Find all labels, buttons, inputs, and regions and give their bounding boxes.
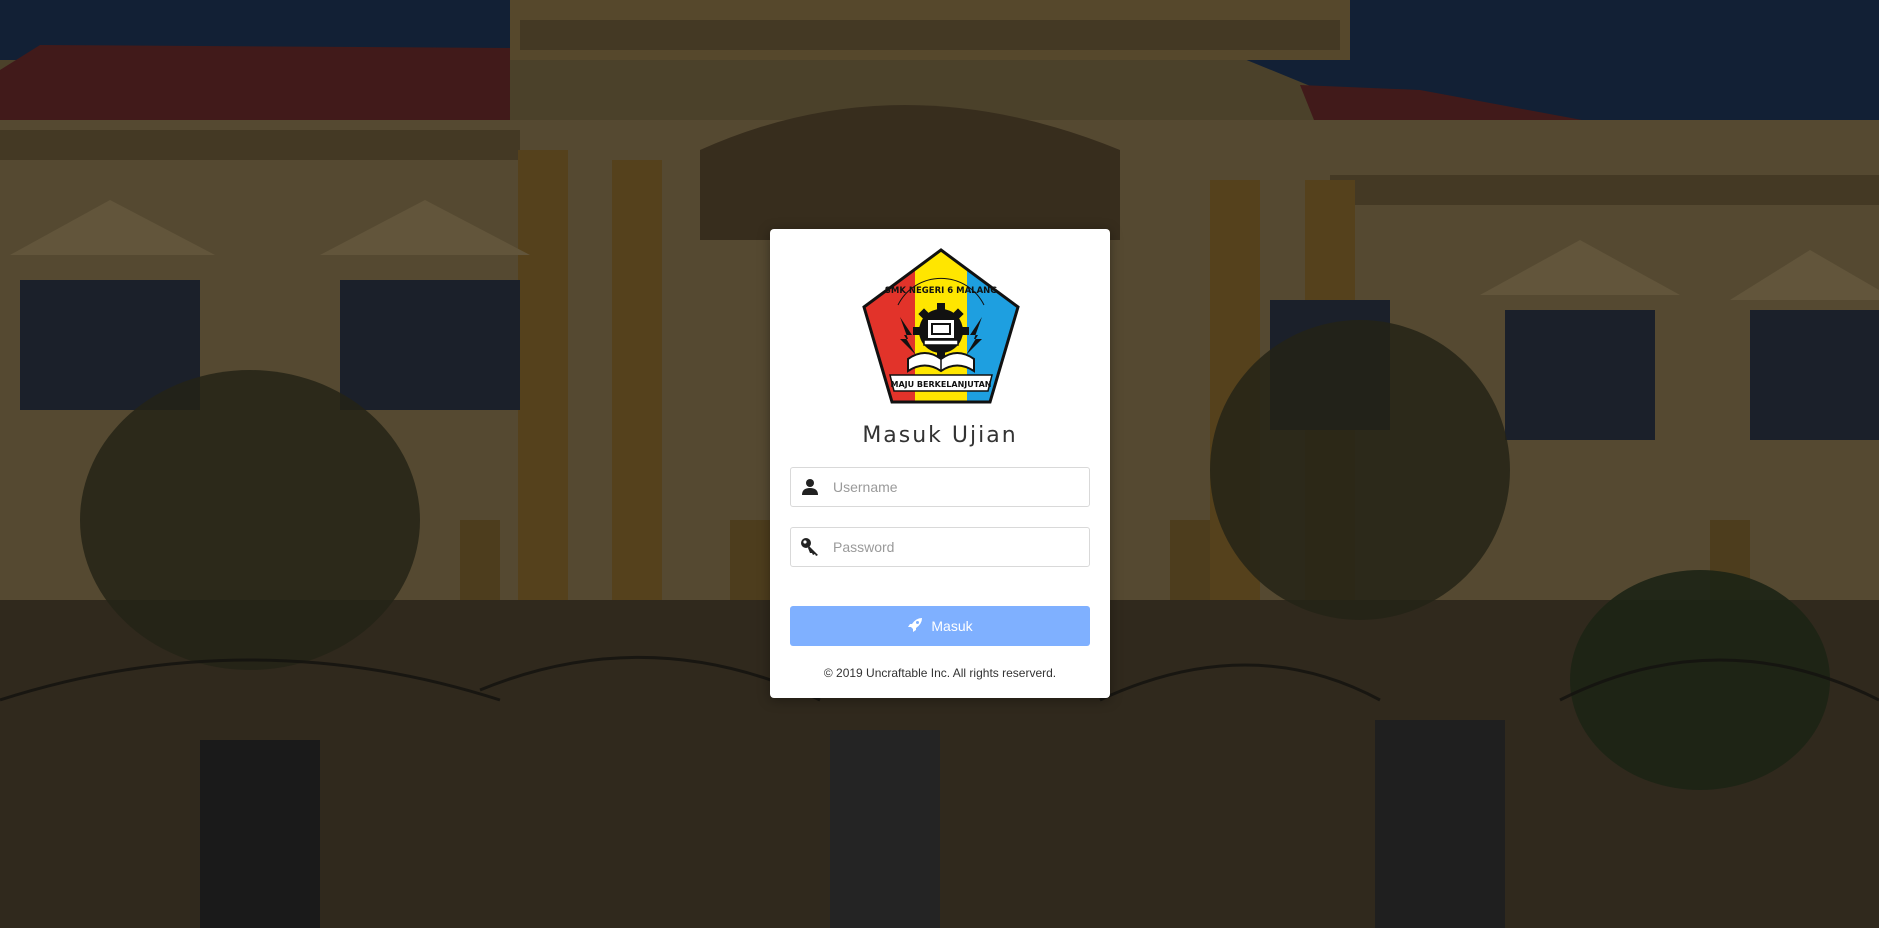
password-field[interactable] [790, 527, 1090, 567]
school-logo: SMK NEGERI 6 MALANG MAJU BERKELANJUTAN [862, 248, 1020, 404]
key-icon [791, 528, 829, 566]
logo-top-text: SMK NEGERI 6 MALANG [885, 286, 998, 296]
password-input[interactable] [829, 530, 1089, 564]
login-button[interactable]: Masuk [790, 606, 1090, 646]
rocket-icon [907, 617, 923, 636]
username-input[interactable] [829, 470, 1089, 504]
login-card: SMK NEGERI 6 MALANG MAJU BERKELANJUTAN M… [770, 229, 1110, 698]
logo-motto-text: MAJU BERKELANJUTAN [891, 380, 992, 389]
user-icon [791, 468, 829, 506]
copyright-text: © 2019 Uncraftable Inc. All rights reser… [823, 666, 1057, 680]
login-button-label: Masuk [931, 618, 973, 634]
username-field[interactable] [790, 467, 1090, 507]
page-title: Masuk Ujian [862, 423, 1018, 448]
